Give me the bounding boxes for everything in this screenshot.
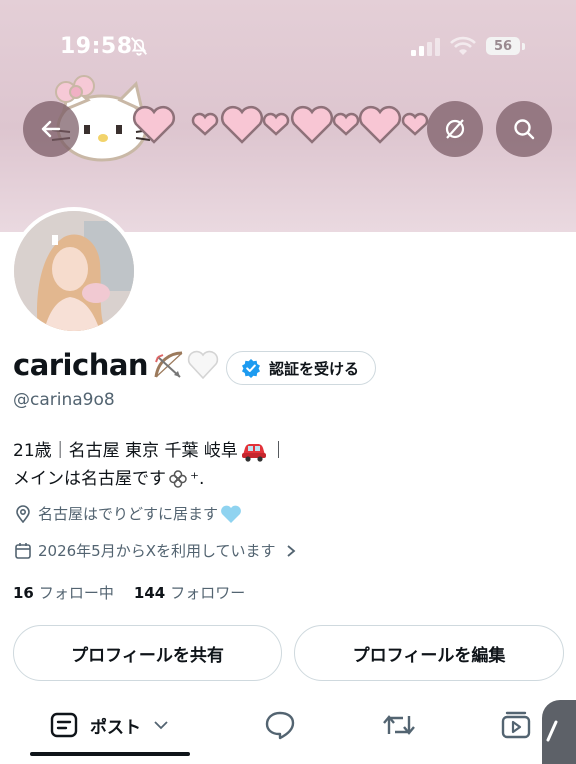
profile-tabs: ポスト bbox=[0, 700, 576, 756]
repost-icon[interactable] bbox=[381, 710, 417, 740]
following-label[interactable]: フォロー中 bbox=[39, 582, 114, 603]
name-emojis bbox=[152, 349, 220, 381]
wifi-icon bbox=[450, 36, 476, 55]
grok-icon bbox=[445, 119, 465, 139]
light-blue-heart-icon bbox=[221, 505, 241, 523]
tab-posts[interactable]: ポスト bbox=[50, 712, 169, 738]
location-text: 名古屋はでりどすに居ます bbox=[38, 505, 219, 523]
followers-label[interactable]: フォロワー bbox=[170, 582, 245, 603]
reply-icon[interactable] bbox=[264, 710, 296, 740]
red-car-icon bbox=[241, 444, 266, 462]
battery-tip bbox=[522, 43, 525, 50]
bio-line-2-text: メインは名古屋です bbox=[13, 469, 166, 489]
bow-and-arrow-icon bbox=[154, 351, 183, 378]
status-time: 19:58 bbox=[60, 34, 133, 59]
location-row: 名古屋はでりどすに居ます bbox=[14, 503, 248, 524]
get-verified-label: 認証を受ける bbox=[269, 359, 360, 378]
chevron-down-icon bbox=[154, 721, 168, 730]
bell-off-icon bbox=[130, 37, 148, 56]
post-icon bbox=[50, 712, 78, 738]
verified-badge-icon bbox=[242, 359, 260, 378]
follow-stats: 16 フォロー中 144 フォロワー bbox=[13, 582, 265, 603]
active-tab-indicator bbox=[30, 752, 190, 756]
edit-profile-button[interactable]: プロフィールを編集 bbox=[294, 625, 564, 681]
avatar[interactable] bbox=[10, 207, 138, 335]
bio-line-1: 21歳｜名古屋 東京 千葉 岐阜 ｜ bbox=[13, 437, 287, 465]
joined-date-text: 2026年5月からXを利用しています bbox=[38, 542, 276, 560]
bio-line-2: メインは名古屋です ⁺. bbox=[13, 465, 287, 493]
avatar-photo bbox=[14, 211, 134, 331]
bio: 21歳｜名古屋 東京 千葉 岐阜 ｜ メインは名古屋です ⁺. bbox=[13, 437, 287, 493]
white-heart-icon bbox=[187, 350, 219, 380]
get-verified-button[interactable]: 認証を受ける bbox=[226, 351, 377, 385]
tab-posts-label: ポスト bbox=[90, 717, 141, 738]
signal-icon bbox=[411, 38, 440, 56]
following-count[interactable]: 16 bbox=[13, 584, 34, 602]
search-button[interactable] bbox=[496, 101, 552, 157]
floating-compose-button[interactable] bbox=[542, 700, 576, 764]
back-button[interactable] bbox=[23, 101, 79, 157]
bio-line-1-tail: ｜ bbox=[269, 441, 287, 461]
display-name: carichan bbox=[13, 348, 149, 382]
share-profile-button[interactable]: プロフィールを共有 bbox=[13, 625, 282, 681]
calendar-icon bbox=[15, 542, 31, 559]
bio-line-2-tail: ⁺. bbox=[190, 469, 205, 489]
joined-date-row[interactable]: 2026年5月からXを利用しています bbox=[14, 540, 304, 561]
media-icon[interactable] bbox=[500, 710, 532, 740]
profile-banner[interactable]: 19:58 56 bbox=[0, 0, 576, 232]
followers-count[interactable]: 144 bbox=[134, 584, 165, 602]
battery-icon: 56 bbox=[486, 37, 520, 55]
arrow-left-icon bbox=[41, 120, 61, 138]
name-row: carichan bbox=[13, 348, 220, 382]
compose-icon bbox=[546, 720, 558, 742]
chevron-right-icon bbox=[286, 544, 295, 557]
location-pin-icon bbox=[16, 504, 30, 523]
bio-line-1-text: 21歳｜名古屋 東京 千葉 岐阜 bbox=[13, 441, 238, 461]
handle: @carina9o8 bbox=[13, 390, 115, 410]
grok-button[interactable] bbox=[427, 101, 483, 157]
search-icon bbox=[514, 119, 535, 140]
clover-icon bbox=[169, 470, 187, 488]
